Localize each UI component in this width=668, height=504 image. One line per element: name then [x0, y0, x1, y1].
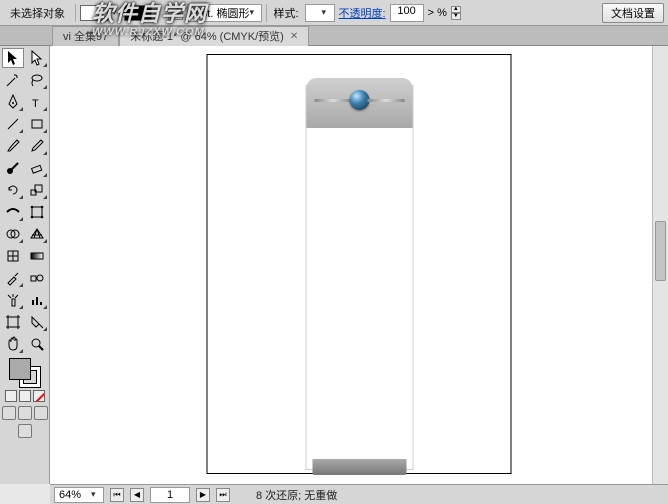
- slice-tool[interactable]: [26, 312, 48, 332]
- artboard-tool[interactable]: [2, 312, 24, 332]
- artboard-prev-button[interactable]: ◀: [130, 488, 144, 502]
- opacity-unit-arrows[interactable]: > %: [428, 7, 447, 19]
- stroke-weight-spinner[interactable]: ▲ ▼: [173, 6, 183, 20]
- drawing-mode-behind[interactable]: [18, 406, 32, 420]
- rotate-tool[interactable]: [2, 180, 24, 200]
- artboard-next-button[interactable]: ▶: [196, 488, 210, 502]
- drawing-mode-normal[interactable]: [2, 406, 16, 420]
- zoom-field[interactable]: 64%▾: [54, 487, 104, 503]
- width-tool[interactable]: [2, 202, 24, 222]
- zoom-tool[interactable]: [26, 334, 48, 354]
- color-mode-box[interactable]: [5, 390, 17, 402]
- blend-tool[interactable]: [26, 268, 48, 288]
- spin-down-icon[interactable]: ▼: [173, 13, 183, 20]
- close-icon[interactable]: ✕: [290, 31, 298, 42]
- mesh-tool[interactable]: [2, 246, 24, 266]
- gradient-mode-box[interactable]: [19, 390, 31, 402]
- divider: [168, 4, 169, 22]
- fill-stroke-control[interactable]: [0, 358, 49, 438]
- document-tab-2[interactable]: 未标题-1* @ 64% (CMYK/预览)✕: [119, 26, 309, 46]
- bottle-orb-row: [314, 96, 404, 104]
- stroke-swatch[interactable]: [124, 5, 152, 21]
- shape-builder-tool[interactable]: [2, 224, 24, 244]
- type-tool[interactable]: T: [26, 92, 48, 112]
- options-bar: 未选择对象 ▾ ▾ ▲ ▼ 2 pt. 椭圆形▾ 样式: ▾ 不透明度: 100…: [0, 0, 668, 26]
- style-label: 样式:: [271, 5, 300, 21]
- document-setup-button[interactable]: 文档设置: [602, 3, 664, 23]
- style-dropdown[interactable]: ▾: [305, 4, 335, 22]
- vertical-scrollbar[interactable]: [652, 46, 668, 484]
- selection-tool[interactable]: [2, 48, 24, 68]
- drawn-bottle-shape: [305, 85, 413, 470]
- opacity-spinner[interactable]: ▲ ▼: [451, 6, 461, 20]
- opacity-input[interactable]: 100: [390, 4, 424, 22]
- bottle-bottom-cap: [312, 459, 406, 475]
- gradient-tool[interactable]: [26, 246, 48, 266]
- canvas[interactable]: [50, 46, 668, 484]
- pen-tool[interactable]: [2, 92, 24, 112]
- svg-text:T: T: [32, 98, 39, 110]
- artboard-first-button[interactable]: ⏮: [110, 488, 124, 502]
- divider: [266, 4, 267, 22]
- chevron-down-icon[interactable]: ▾: [91, 489, 99, 500]
- stroke-dropdown-icon[interactable]: ▾: [156, 7, 164, 18]
- column-graph-tool[interactable]: [26, 290, 48, 310]
- eyedropper-tool[interactable]: [2, 268, 24, 288]
- status-bar: 64%▾ ⏮ ◀ 1 ▶ ⏭ 8 次还原; 无重做: [50, 484, 668, 504]
- symbol-sprayer-tool[interactable]: [2, 290, 24, 310]
- document-tab-bar: vi 全集97 未标题-1* @ 64% (CMYK/预览)✕: [0, 26, 668, 46]
- scale-tool[interactable]: [26, 180, 48, 200]
- rectangle-tool[interactable]: [26, 114, 48, 134]
- opacity-label-link[interactable]: 不透明度:: [339, 5, 386, 21]
- chevron-down-icon[interactable]: ▾: [322, 7, 330, 18]
- free-transform-tool[interactable]: [26, 202, 48, 222]
- screen-mode-button[interactable]: [18, 424, 32, 438]
- drawing-mode-inside[interactable]: [34, 406, 48, 420]
- line-segment-tool[interactable]: [2, 114, 24, 134]
- fill-swatch[interactable]: [80, 5, 108, 21]
- undo-redo-status: 8 次还原; 无重做: [256, 487, 337, 503]
- selection-status: 未选择对象: [4, 5, 71, 21]
- main-area: T: [0, 46, 668, 484]
- stroke-weight-field[interactable]: 2 pt. 椭圆形▾: [187, 4, 262, 22]
- chevron-down-icon[interactable]: ▾: [249, 7, 257, 18]
- fill-color-box[interactable]: [9, 358, 31, 380]
- hand-tool[interactable]: [2, 334, 24, 354]
- perspective-grid-tool[interactable]: [26, 224, 48, 244]
- lasso-tool[interactable]: [26, 70, 48, 90]
- fill-dropdown-icon[interactable]: ▾: [112, 7, 120, 18]
- divider: [75, 4, 76, 22]
- tool-panel: T: [0, 46, 50, 484]
- artboard-number-field[interactable]: 1: [150, 487, 190, 503]
- spin-up-icon[interactable]: ▲: [173, 6, 183, 13]
- spin-up-icon[interactable]: ▲: [451, 6, 461, 13]
- blob-brush-tool[interactable]: [2, 158, 24, 178]
- none-mode-box[interactable]: [33, 390, 45, 402]
- bottle-top-cap: [306, 78, 412, 128]
- document-tab-1[interactable]: vi 全集97: [52, 26, 119, 46]
- scrollbar-thumb[interactable]: [655, 221, 666, 281]
- eraser-tool[interactable]: [26, 158, 48, 178]
- artboard-outline: [207, 54, 512, 474]
- magic-wand-tool[interactable]: [2, 70, 24, 90]
- direct-selection-tool[interactable]: [26, 48, 48, 68]
- bottle-orb: [349, 90, 369, 110]
- spin-down-icon[interactable]: ▼: [451, 13, 461, 20]
- artboard-last-button[interactable]: ⏭: [216, 488, 230, 502]
- pencil-tool[interactable]: [26, 136, 48, 156]
- paintbrush-tool[interactable]: [2, 136, 24, 156]
